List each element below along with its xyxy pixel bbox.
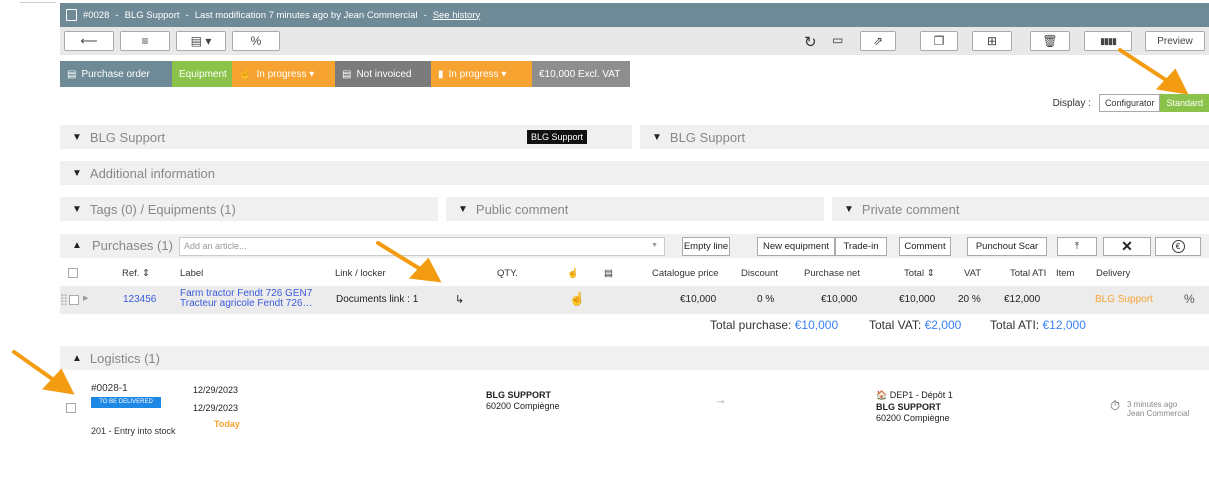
arrow-head-locker — [408, 257, 442, 283]
arrow-to-locker — [376, 241, 427, 274]
annotation-arrows — [12, 48, 1189, 395]
arrow-head-standard — [1155, 68, 1189, 95]
arrow-to-logistics — [12, 350, 60, 385]
page: #0028 - BLG Support - Last modification … — [0, 0, 1209, 494]
arrow-to-standard — [1118, 48, 1174, 86]
